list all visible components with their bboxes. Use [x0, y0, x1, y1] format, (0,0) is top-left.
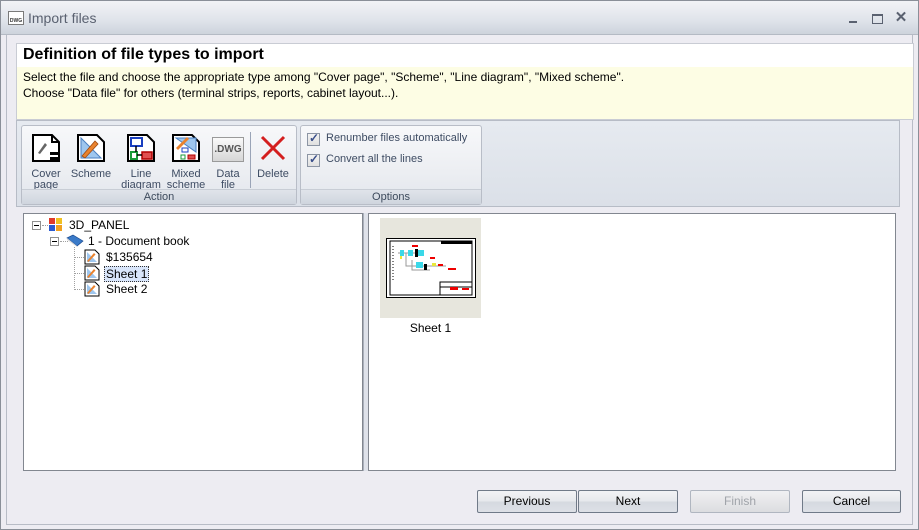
previous-button[interactable]: Previous [477, 490, 577, 513]
line-diagram-button[interactable]: Line diagram [118, 129, 164, 191]
options-group-label: Options [301, 189, 481, 204]
sheet-thumbnail[interactable] [380, 218, 481, 318]
cover-page-icon [32, 134, 60, 162]
drawing-preview-icon [386, 238, 476, 298]
preview-pane: Sheet 1 [368, 213, 896, 471]
checkbox-checked-icon[interactable] [307, 152, 320, 167]
scheme-button[interactable]: Scheme [70, 129, 112, 189]
data-file-button[interactable]: .DWG Data file [210, 129, 246, 191]
scheme-file-icon [84, 281, 100, 297]
data-file-icon: .DWG [212, 137, 244, 162]
close-icon[interactable]: ✕ [892, 10, 910, 26]
mixed-scheme-button[interactable]: Mixed scheme [164, 129, 208, 191]
tree-node-label: 1 - Document book [88, 234, 190, 248]
tree-node-label: 3D_PANEL [69, 218, 130, 232]
instruction-line-1: Select the file and choose the appropria… [23, 70, 625, 84]
maximize-icon[interactable] [868, 10, 886, 26]
tree-node-label: $135654 [106, 250, 153, 264]
instruction-line-2: Choose "Data file" for others (terminal … [23, 86, 399, 100]
tree-connector [74, 247, 75, 290]
action-group: Cover page Scheme Line diagram Mixed sch… [21, 125, 297, 205]
convert-lines-label: Convert all the lines [326, 153, 423, 165]
mixed-scheme-icon [172, 134, 200, 162]
renumber-files-label: Renumber files automatically [326, 132, 468, 144]
finish-button[interactable]: Finish [690, 490, 790, 513]
collapse-icon[interactable] [50, 237, 59, 246]
delete-button[interactable]: Delete [254, 129, 292, 189]
ribbon-separator [250, 132, 251, 188]
tree-node-label: Sheet 2 [106, 282, 148, 296]
delete-label: Delete [257, 168, 289, 180]
next-button[interactable]: Next [578, 490, 678, 513]
line-diagram-icon [127, 134, 155, 162]
collapse-icon[interactable] [32, 221, 41, 230]
tree-node-label: Sheet 1 [104, 266, 150, 282]
project-icon [49, 218, 62, 231]
minimize-icon[interactable] [844, 10, 862, 26]
action-group-label: Action [22, 189, 296, 204]
delete-icon [260, 135, 286, 161]
thumbnail-label: Sheet 1 [409, 321, 452, 335]
instructions-header: Definition of file types to import Selec… [16, 43, 914, 120]
checkbox-checked-icon[interactable] [307, 131, 320, 146]
scheme-icon [77, 134, 105, 162]
title-bar: DWG Import files ✕ [1, 1, 918, 35]
scheme-file-icon [84, 249, 100, 265]
window-title: Import files [28, 10, 97, 26]
ribbon-toolbar: Cover page Scheme Line diagram Mixed sch… [16, 120, 900, 207]
page-title: Definition of file types to import [17, 44, 913, 67]
cancel-button[interactable]: Cancel [802, 490, 901, 513]
scheme-file-icon [84, 265, 100, 281]
scheme-label: Scheme [70, 168, 112, 180]
file-tree[interactable]: 3D_PANEL 1 - Document book $135654 Sheet… [23, 213, 363, 471]
book-icon [66, 234, 84, 247]
cover-page-button[interactable]: Cover page [28, 129, 64, 191]
options-group: Renumber files automatically Convert all… [300, 125, 482, 205]
dwg-file-icon: DWG [8, 11, 24, 25]
